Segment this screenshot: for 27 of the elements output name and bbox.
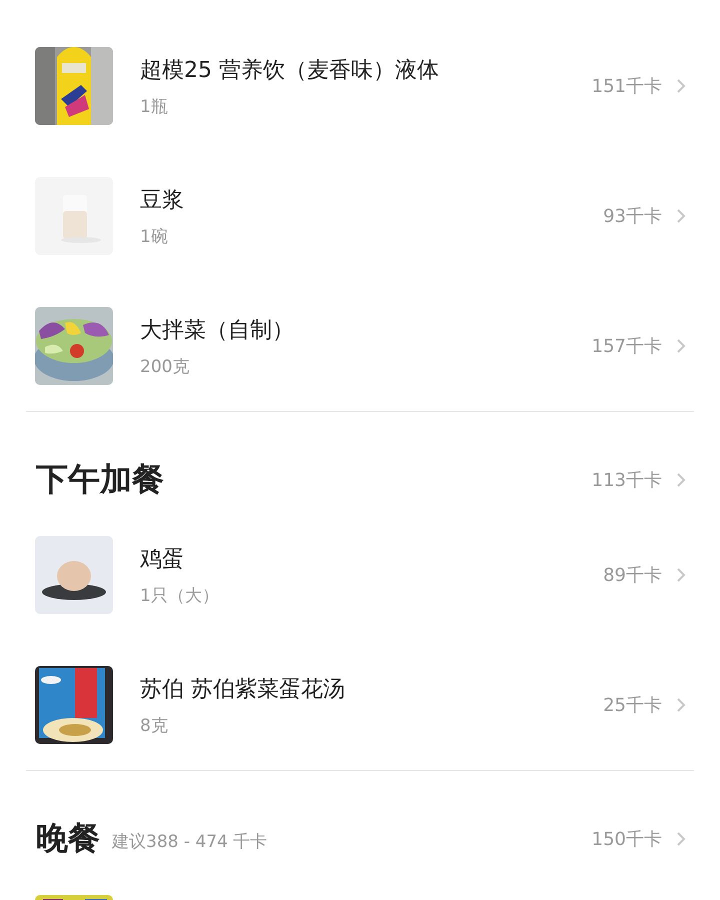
- food-name[interactable]: 豆浆: [140, 184, 184, 214]
- food-amount: 1只（大）: [140, 584, 219, 606]
- food-calories: 151千卡: [592, 75, 662, 98]
- chevron-right-icon[interactable]: [676, 567, 686, 583]
- food-amount: 200克: [140, 356, 190, 378]
- chevron-right-icon[interactable]: [676, 338, 686, 354]
- chevron-right-icon[interactable]: [676, 697, 686, 713]
- food-amount: 8克: [140, 714, 168, 736]
- food-name[interactable]: 苏伯 苏伯紫菜蛋花汤: [140, 674, 345, 704]
- food-name[interactable]: 超模25 营养饮（麦香味）液体: [140, 54, 439, 84]
- meal-title: 晚餐: [36, 818, 100, 859]
- chevron-right-icon[interactable]: [676, 78, 686, 94]
- chevron-right-icon[interactable]: [676, 472, 686, 488]
- food-calories: 89千卡: [603, 564, 662, 587]
- food-name[interactable]: 大拌菜（自制）: [140, 314, 294, 344]
- food-name[interactable]: 鸡蛋: [140, 544, 184, 574]
- meal-calories: 150千卡: [592, 828, 662, 851]
- food-calories: 25千卡: [603, 694, 662, 717]
- food-calories: 93千卡: [603, 205, 662, 228]
- chevron-right-icon[interactable]: [676, 831, 686, 847]
- food-amount: 1碗: [140, 226, 168, 248]
- meal-title: 下午加餐: [36, 459, 164, 500]
- meal-calories: 113千卡: [592, 469, 662, 492]
- food-amount: 1瓶: [140, 96, 168, 118]
- chevron-right-icon[interactable]: [676, 208, 686, 224]
- calorie-suggestion: 建议388 - 474 千卡: [112, 830, 268, 852]
- food-calories: 157千卡: [592, 335, 662, 358]
